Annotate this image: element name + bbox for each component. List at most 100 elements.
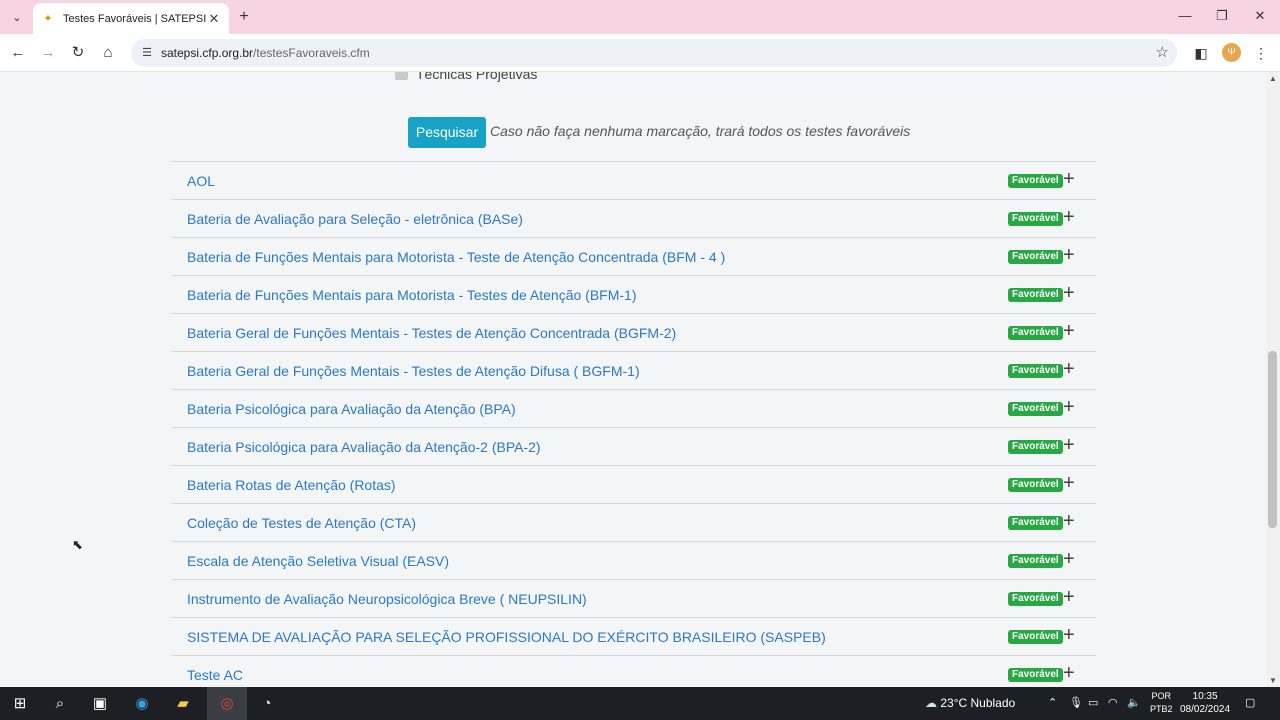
tab-search-chevron-icon[interactable]: ⌄ (6, 7, 28, 27)
expand-plus-icon[interactable]: + (1063, 473, 1075, 493)
test-row: Teste AC Favorável + (171, 655, 1096, 687)
windows-start-icon[interactable]: ⊞ (8, 692, 32, 716)
test-name-link[interactable]: Bateria Psicológica para Avaliação da At… (187, 401, 516, 417)
url-text: satepsi.cfp.org.br/testesFavoraveis.cfm (161, 46, 370, 60)
browser-toolbar: ← → ↻ ⌂ ☰ satepsi.cfp.org.br/testesFavor… (0, 34, 1280, 72)
reload-icon[interactable]: ↻ (68, 43, 88, 63)
side-panel-icon[interactable]: ◧ (1191, 43, 1211, 63)
test-name-link[interactable]: AOL (187, 173, 215, 189)
back-arrow-icon[interactable]: ← (8, 43, 28, 63)
status-badge: Favorável (1008, 516, 1063, 530)
expand-plus-icon[interactable]: + (1063, 245, 1075, 265)
notifications-icon[interactable]: ▢ (1245, 696, 1255, 709)
address-bar[interactable]: ☰ satepsi.cfp.org.br/testesFavoraveis.cf… (131, 39, 1177, 67)
expand-plus-icon[interactable]: + (1063, 587, 1075, 607)
tab-close-icon[interactable]: ✕ (207, 11, 221, 27)
test-row: Bateria de Funções Mentais para Motorist… (171, 237, 1096, 275)
test-row: Bateria de Funções Mentais para Motorist… (171, 275, 1096, 313)
test-row: AOL Favorável + (171, 161, 1096, 199)
test-name-link[interactable]: Bateria Geral de Funções Mentais - Teste… (187, 325, 676, 341)
volume-muted-icon[interactable]: 🔈 (1127, 696, 1141, 709)
new-tab-plus-icon[interactable]: + (235, 7, 253, 27)
weather-widget[interactable]: ☁ 23°C Nublado (925, 696, 1015, 710)
clock-time: 10:35 (1192, 691, 1218, 702)
tests-list: AOL Favorável + Bateria de Avaliação para S… (171, 161, 1096, 687)
expand-plus-icon[interactable]: + (1063, 549, 1075, 569)
test-name-link[interactable]: Bateria Rotas de Atenção (Rotas) (187, 477, 396, 493)
lang-layout: PTB2 (1150, 704, 1173, 714)
expand-plus-icon[interactable]: + (1063, 397, 1075, 417)
bookmark-star-icon[interactable]: ☆ (1156, 43, 1169, 61)
battery-icon[interactable]: ▭ (1088, 696, 1098, 709)
test-name-link[interactable]: Instrumento de Avaliação Neuropsicológic… (187, 591, 587, 607)
menu-kebab-icon[interactable]: ⋮ (1251, 43, 1271, 63)
test-row: Bateria Geral de Funções Mentais - Teste… (171, 351, 1096, 389)
microphone-icon[interactable]: 🎙 (1069, 696, 1083, 709)
site-favicon-icon: ✦ (43, 12, 53, 25)
expand-plus-icon[interactable]: + (1063, 359, 1075, 379)
scroll-down-icon[interactable]: ▼ (1269, 676, 1277, 685)
test-row: Coleção de Testes de Atenção (CTA) Favorá… (171, 503, 1096, 541)
weather-text: 23°C Nublado (940, 696, 1016, 710)
status-badge: Favorável (1008, 440, 1063, 454)
test-name-link[interactable]: Teste AC (187, 667, 243, 683)
taskbar-search-icon[interactable]: ⌕ (48, 692, 72, 716)
status-badge: Favorável (1008, 212, 1063, 226)
test-name-link[interactable]: Coleção de Testes de Atenção (CTA) (187, 515, 416, 531)
test-name-link[interactable]: Bateria de Avaliação para Seleção - elet… (187, 211, 523, 227)
wifi-icon[interactable]: ◠ (1108, 696, 1118, 709)
expand-plus-icon[interactable]: + (1063, 321, 1075, 341)
tray-chevron-up-icon[interactable]: ⌃ (1048, 696, 1057, 709)
lang-code: POR (1151, 691, 1172, 701)
expand-plus-icon[interactable]: + (1063, 283, 1075, 303)
test-name-link[interactable]: Bateria de Funções Mentais para Motorist… (187, 287, 637, 303)
filter-option-row[interactable]: Técnicas Projetivas (395, 72, 537, 82)
test-name-link[interactable]: Bateria Geral de Funções Mentais - Teste… (187, 363, 640, 379)
expand-plus-icon[interactable]: + (1063, 663, 1075, 683)
test-name-link[interactable]: Bateria Psicológica para Avaliação da At… (187, 439, 541, 455)
test-row: Bateria de Avaliação para Seleção - elet… (171, 199, 1096, 237)
file-explorer-icon[interactable]: ▰ (171, 692, 195, 716)
forward-arrow-icon[interactable]: → (38, 43, 58, 63)
clock-date: 08/02/2024 (1180, 704, 1231, 715)
url-path: /testesFavoraveis.cfm (253, 46, 370, 60)
test-name-link[interactable]: SISTEMA DE AVALIAÇÃO PARA SELEÇÃO PROFIS… (187, 629, 826, 645)
page-content: Técnicas Projetivas Pesquisar Caso não f… (0, 72, 1266, 687)
site-info-icon[interactable]: ☰ (139, 45, 155, 61)
input-language[interactable]: POR PTB2 (1150, 690, 1173, 716)
filter-option-label: Técnicas Projetivas (416, 72, 538, 82)
minimize-icon[interactable]: — (1173, 6, 1197, 26)
status-badge: Favorável (1008, 554, 1063, 568)
test-name-link[interactable]: Escala de Atenção Seletiva Visual (EASV) (187, 553, 449, 569)
expand-plus-icon[interactable]: + (1063, 625, 1075, 645)
search-button[interactable]: Pesquisar (408, 117, 486, 148)
mouse-cursor-icon: ⬉ (72, 537, 83, 552)
edge-browser-icon[interactable]: ◉ (130, 692, 154, 716)
cloud-icon: ☁ (925, 696, 937, 710)
profile-avatar[interactable]: Ψ (1222, 43, 1241, 62)
restore-icon[interactable]: ❐ (1210, 6, 1234, 26)
status-badge: Favorável (1008, 326, 1063, 340)
expand-plus-icon[interactable]: + (1063, 169, 1075, 189)
home-icon[interactable]: ⌂ (98, 43, 118, 63)
scrollbar-thumb[interactable] (1268, 351, 1277, 528)
expand-plus-icon[interactable]: + (1063, 511, 1075, 531)
test-name-link[interactable]: Bateria de Funções Mentais para Motorist… (187, 249, 725, 265)
expand-plus-icon[interactable]: + (1063, 435, 1075, 455)
task-view-icon[interactable]: ▣ (88, 692, 112, 716)
filter-checkbox[interactable] (395, 72, 408, 80)
chrome-browser-icon[interactable]: ◎ (215, 692, 239, 716)
window-close-icon[interactable]: ✕ (1248, 6, 1272, 26)
system-clock[interactable]: 10:35 08/02/2024 (1180, 690, 1230, 716)
url-host: satepsi.cfp.org.br (161, 46, 254, 60)
expand-plus-icon[interactable]: + (1063, 207, 1075, 227)
browser-tab[interactable]: ✦ Testes Favoráveis | SATEPSI ✕ (33, 3, 229, 34)
page-scrollbar[interactable]: ▲ ▼ (1266, 72, 1280, 687)
scroll-up-icon[interactable]: ▲ (1269, 74, 1277, 83)
status-badge: Favorável (1008, 250, 1063, 264)
test-row: SISTEMA DE AVALIAÇÃO PARA SELEÇÃO PROFIS… (171, 617, 1096, 655)
test-row: Bateria Geral de Funções Mentais - Teste… (171, 313, 1096, 351)
recorder-app-icon[interactable]: ◔ (255, 692, 279, 716)
status-badge: Favorável (1008, 402, 1063, 416)
test-row: Instrumento de Avaliação Neuropsicológic… (171, 579, 1096, 617)
